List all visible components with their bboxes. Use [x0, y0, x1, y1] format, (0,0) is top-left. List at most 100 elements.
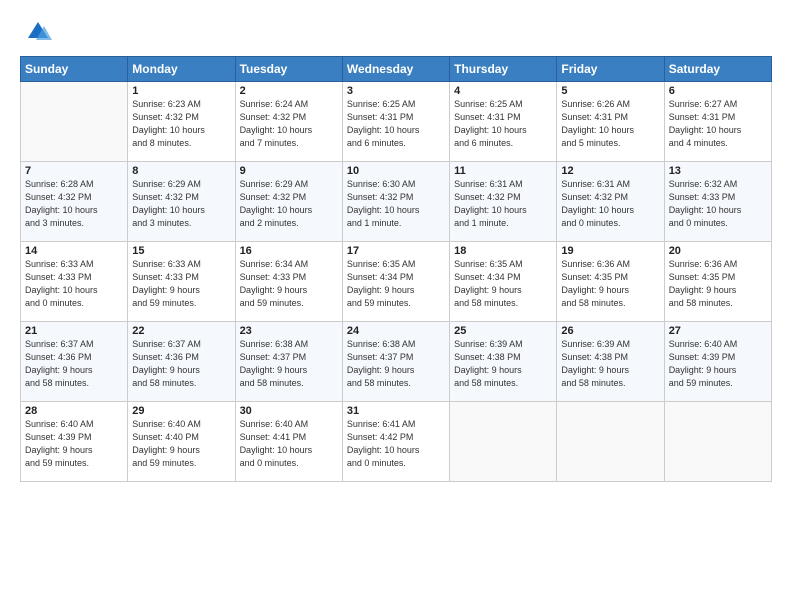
day-info: Sunrise: 6:41 AMSunset: 4:42 PMDaylight:… — [347, 418, 445, 470]
day-number: 7 — [25, 165, 123, 177]
calendar-day-28: 28Sunrise: 6:40 AMSunset: 4:39 PMDayligh… — [21, 402, 128, 482]
day-info: Sunrise: 6:39 AMSunset: 4:38 PMDaylight:… — [561, 338, 659, 390]
calendar-header-row: SundayMondayTuesdayWednesdayThursdayFrid… — [21, 57, 772, 82]
day-info: Sunrise: 6:39 AMSunset: 4:38 PMDaylight:… — [454, 338, 552, 390]
calendar-day-13: 13Sunrise: 6:32 AMSunset: 4:33 PMDayligh… — [664, 162, 771, 242]
day-number: 23 — [240, 325, 338, 337]
day-info: Sunrise: 6:36 AMSunset: 4:35 PMDaylight:… — [669, 258, 767, 310]
day-info: Sunrise: 6:24 AMSunset: 4:32 PMDaylight:… — [240, 98, 338, 150]
day-number: 19 — [561, 245, 659, 257]
calendar-day-14: 14Sunrise: 6:33 AMSunset: 4:33 PMDayligh… — [21, 242, 128, 322]
calendar-day-6: 6Sunrise: 6:27 AMSunset: 4:31 PMDaylight… — [664, 82, 771, 162]
day-number: 3 — [347, 85, 445, 97]
calendar-day-18: 18Sunrise: 6:35 AMSunset: 4:34 PMDayligh… — [450, 242, 557, 322]
day-info: Sunrise: 6:40 AMSunset: 4:41 PMDaylight:… — [240, 418, 338, 470]
day-number: 11 — [454, 165, 552, 177]
day-number: 17 — [347, 245, 445, 257]
calendar-day-4: 4Sunrise: 6:25 AMSunset: 4:31 PMDaylight… — [450, 82, 557, 162]
col-header-thursday: Thursday — [450, 57, 557, 82]
calendar-day-8: 8Sunrise: 6:29 AMSunset: 4:32 PMDaylight… — [128, 162, 235, 242]
day-number: 29 — [132, 405, 230, 417]
day-info: Sunrise: 6:35 AMSunset: 4:34 PMDaylight:… — [347, 258, 445, 310]
day-number: 4 — [454, 85, 552, 97]
calendar-day-22: 22Sunrise: 6:37 AMSunset: 4:36 PMDayligh… — [128, 322, 235, 402]
day-number: 16 — [240, 245, 338, 257]
calendar-day-16: 16Sunrise: 6:34 AMSunset: 4:33 PMDayligh… — [235, 242, 342, 322]
calendar-day-19: 19Sunrise: 6:36 AMSunset: 4:35 PMDayligh… — [557, 242, 664, 322]
day-info: Sunrise: 6:40 AMSunset: 4:40 PMDaylight:… — [132, 418, 230, 470]
day-number: 1 — [132, 85, 230, 97]
empty-cell — [21, 82, 128, 162]
day-number: 9 — [240, 165, 338, 177]
empty-cell — [557, 402, 664, 482]
day-number: 10 — [347, 165, 445, 177]
calendar-day-10: 10Sunrise: 6:30 AMSunset: 4:32 PMDayligh… — [342, 162, 449, 242]
day-info: Sunrise: 6:34 AMSunset: 4:33 PMDaylight:… — [240, 258, 338, 310]
day-number: 25 — [454, 325, 552, 337]
calendar-day-21: 21Sunrise: 6:37 AMSunset: 4:36 PMDayligh… — [21, 322, 128, 402]
calendar-day-27: 27Sunrise: 6:40 AMSunset: 4:39 PMDayligh… — [664, 322, 771, 402]
calendar-week-row: 14Sunrise: 6:33 AMSunset: 4:33 PMDayligh… — [21, 242, 772, 322]
day-number: 28 — [25, 405, 123, 417]
calendar-day-9: 9Sunrise: 6:29 AMSunset: 4:32 PMDaylight… — [235, 162, 342, 242]
day-number: 8 — [132, 165, 230, 177]
col-header-friday: Friday — [557, 57, 664, 82]
day-info: Sunrise: 6:33 AMSunset: 4:33 PMDaylight:… — [25, 258, 123, 310]
calendar-day-3: 3Sunrise: 6:25 AMSunset: 4:31 PMDaylight… — [342, 82, 449, 162]
calendar-day-11: 11Sunrise: 6:31 AMSunset: 4:32 PMDayligh… — [450, 162, 557, 242]
calendar-table: SundayMondayTuesdayWednesdayThursdayFrid… — [20, 56, 772, 482]
calendar-day-29: 29Sunrise: 6:40 AMSunset: 4:40 PMDayligh… — [128, 402, 235, 482]
day-number: 2 — [240, 85, 338, 97]
day-number: 15 — [132, 245, 230, 257]
day-info: Sunrise: 6:25 AMSunset: 4:31 PMDaylight:… — [347, 98, 445, 150]
day-number: 31 — [347, 405, 445, 417]
col-header-saturday: Saturday — [664, 57, 771, 82]
day-info: Sunrise: 6:32 AMSunset: 4:33 PMDaylight:… — [669, 178, 767, 230]
calendar-day-7: 7Sunrise: 6:28 AMSunset: 4:32 PMDaylight… — [21, 162, 128, 242]
day-info: Sunrise: 6:36 AMSunset: 4:35 PMDaylight:… — [561, 258, 659, 310]
day-info: Sunrise: 6:37 AMSunset: 4:36 PMDaylight:… — [25, 338, 123, 390]
day-number: 13 — [669, 165, 767, 177]
day-number: 5 — [561, 85, 659, 97]
calendar-week-row: 28Sunrise: 6:40 AMSunset: 4:39 PMDayligh… — [21, 402, 772, 482]
day-info: Sunrise: 6:29 AMSunset: 4:32 PMDaylight:… — [240, 178, 338, 230]
calendar-day-17: 17Sunrise: 6:35 AMSunset: 4:34 PMDayligh… — [342, 242, 449, 322]
calendar-day-1: 1Sunrise: 6:23 AMSunset: 4:32 PMDaylight… — [128, 82, 235, 162]
day-info: Sunrise: 6:40 AMSunset: 4:39 PMDaylight:… — [25, 418, 123, 470]
day-info: Sunrise: 6:28 AMSunset: 4:32 PMDaylight:… — [25, 178, 123, 230]
day-info: Sunrise: 6:33 AMSunset: 4:33 PMDaylight:… — [132, 258, 230, 310]
day-number: 30 — [240, 405, 338, 417]
calendar-day-15: 15Sunrise: 6:33 AMSunset: 4:33 PMDayligh… — [128, 242, 235, 322]
calendar-day-24: 24Sunrise: 6:38 AMSunset: 4:37 PMDayligh… — [342, 322, 449, 402]
col-header-sunday: Sunday — [21, 57, 128, 82]
calendar-day-2: 2Sunrise: 6:24 AMSunset: 4:32 PMDaylight… — [235, 82, 342, 162]
empty-cell — [664, 402, 771, 482]
col-header-wednesday: Wednesday — [342, 57, 449, 82]
day-info: Sunrise: 6:30 AMSunset: 4:32 PMDaylight:… — [347, 178, 445, 230]
day-number: 14 — [25, 245, 123, 257]
calendar-day-25: 25Sunrise: 6:39 AMSunset: 4:38 PMDayligh… — [450, 322, 557, 402]
day-number: 26 — [561, 325, 659, 337]
calendar-day-5: 5Sunrise: 6:26 AMSunset: 4:31 PMDaylight… — [557, 82, 664, 162]
day-info: Sunrise: 6:38 AMSunset: 4:37 PMDaylight:… — [240, 338, 338, 390]
calendar-day-20: 20Sunrise: 6:36 AMSunset: 4:35 PMDayligh… — [664, 242, 771, 322]
day-number: 6 — [669, 85, 767, 97]
day-info: Sunrise: 6:23 AMSunset: 4:32 PMDaylight:… — [132, 98, 230, 150]
day-info: Sunrise: 6:37 AMSunset: 4:36 PMDaylight:… — [132, 338, 230, 390]
day-info: Sunrise: 6:35 AMSunset: 4:34 PMDaylight:… — [454, 258, 552, 310]
calendar-day-31: 31Sunrise: 6:41 AMSunset: 4:42 PMDayligh… — [342, 402, 449, 482]
day-number: 27 — [669, 325, 767, 337]
day-info: Sunrise: 6:25 AMSunset: 4:31 PMDaylight:… — [454, 98, 552, 150]
day-info: Sunrise: 6:26 AMSunset: 4:31 PMDaylight:… — [561, 98, 659, 150]
calendar-day-30: 30Sunrise: 6:40 AMSunset: 4:41 PMDayligh… — [235, 402, 342, 482]
calendar-day-26: 26Sunrise: 6:39 AMSunset: 4:38 PMDayligh… — [557, 322, 664, 402]
calendar-week-row: 1Sunrise: 6:23 AMSunset: 4:32 PMDaylight… — [21, 82, 772, 162]
calendar-week-row: 7Sunrise: 6:28 AMSunset: 4:32 PMDaylight… — [21, 162, 772, 242]
day-number: 24 — [347, 325, 445, 337]
day-info: Sunrise: 6:31 AMSunset: 4:32 PMDaylight:… — [561, 178, 659, 230]
day-number: 22 — [132, 325, 230, 337]
day-number: 21 — [25, 325, 123, 337]
day-number: 12 — [561, 165, 659, 177]
day-number: 20 — [669, 245, 767, 257]
day-info: Sunrise: 6:27 AMSunset: 4:31 PMDaylight:… — [669, 98, 767, 150]
